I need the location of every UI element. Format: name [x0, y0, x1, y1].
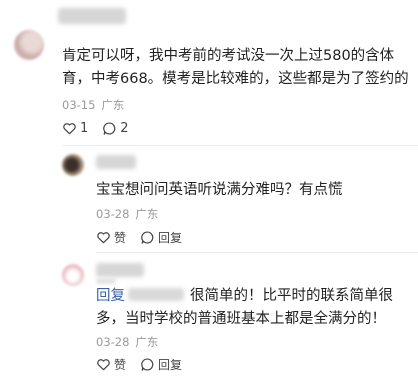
reply-button[interactable]: 回复: [140, 356, 182, 373]
comment-date: 03-15: [62, 98, 96, 112]
reply-label: 回复: [158, 358, 183, 372]
reply-count: 2: [120, 121, 129, 136]
username-redacted-detail: [96, 278, 116, 284]
reply-button[interactable]: 回复: [140, 229, 182, 246]
divider: [96, 252, 418, 253]
username-redacted[interactable]: [58, 8, 126, 24]
comment-location: 广东: [101, 98, 125, 112]
reply-actions: 赞 回复: [96, 356, 182, 373]
reply-meta: 03-28 广东: [96, 206, 158, 222]
reply-date: 03-28: [96, 207, 130, 221]
like-button[interactable]: 赞: [96, 356, 126, 373]
username-redacted[interactable]: [96, 155, 136, 169]
username-redacted[interactable]: [96, 263, 144, 277]
like-label: 赞: [114, 231, 127, 245]
avatar[interactable]: [62, 154, 84, 176]
reply-text: 宝宝想问问英语听说满分难吗？有点慌: [96, 182, 343, 198]
mentioned-user-redacted[interactable]: [128, 288, 184, 301]
like-button[interactable]: 1: [62, 121, 88, 136]
heart-icon: [63, 123, 76, 135]
reply-button[interactable]: 2: [102, 121, 129, 136]
heart-icon: [97, 232, 110, 244]
reply-text-container: 回复 很简单的！比平时的联系简单很多，当时学校的普通班基本上都是全满分的！: [96, 285, 410, 331]
reply-actions: 赞 回复: [96, 229, 182, 246]
like-count: 1: [80, 121, 89, 136]
like-label: 赞: [114, 358, 127, 372]
comment-text: 肯定可以呀，我中考前的考试没一次上过580的含体育，中考668。模考是比较难的，…: [62, 48, 409, 87]
heart-icon: [97, 359, 110, 371]
divider: [62, 145, 418, 146]
reply-location: 广东: [135, 207, 159, 221]
like-button[interactable]: 赞: [96, 229, 126, 246]
avatar[interactable]: [62, 264, 84, 286]
comment-meta: 03-15 广东: [62, 97, 124, 113]
comment-actions: 1 2: [62, 121, 129, 136]
reply-date: 03-28: [96, 335, 130, 349]
reply-location: 广东: [135, 335, 159, 349]
reply-prefix: 回复: [96, 288, 125, 304]
reply-label: 回复: [158, 231, 183, 245]
comment-bubble-icon: [103, 122, 116, 135]
avatar[interactable]: [14, 30, 44, 60]
comment-bubble-icon: [141, 231, 154, 244]
reply-meta: 03-28 广东: [96, 334, 158, 350]
comment-bubble-icon: [141, 358, 154, 371]
